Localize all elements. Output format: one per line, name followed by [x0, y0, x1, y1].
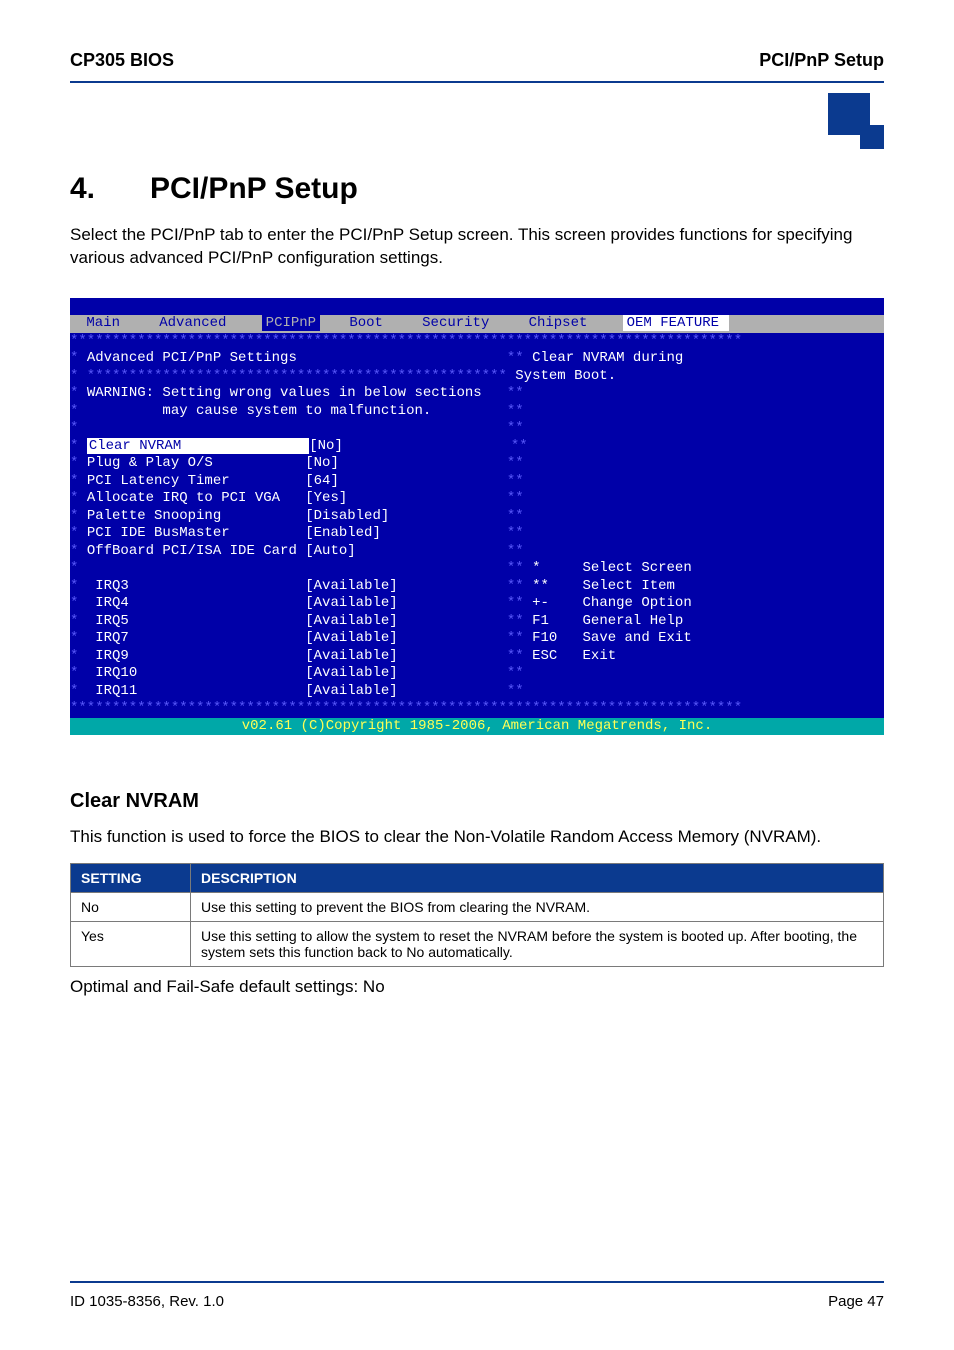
bios-tab[interactable]: Chipset — [525, 315, 598, 331]
page-header: CP305 BIOS PCI/PnP Setup — [70, 50, 884, 71]
chapter-title: PCI/PnP Setup — [150, 172, 358, 205]
header-right: PCI/PnP Setup — [759, 50, 884, 71]
table-cell-description: Use this setting to allow the system to … — [191, 922, 884, 967]
header-left: CP305 BIOS — [70, 50, 174, 71]
bios-tab-selected[interactable]: PCIPnP — [262, 315, 320, 331]
chapter-heading: 4.PCI/PnP Setup — [70, 172, 884, 206]
bios-statusbar: v02.61 (C)Copyright 1985-2006, American … — [70, 718, 884, 736]
settings-table: SETTING DESCRIPTION NoUse this setting t… — [70, 863, 884, 967]
section-heading: Clear NVRAM — [70, 790, 884, 813]
footer-rule — [70, 1281, 884, 1283]
page-footer: ID 1035-8356, Rev. 1.0 Page 47 — [70, 1273, 884, 1310]
bios-tab[interactable]: Boot — [345, 315, 393, 331]
bios-tab[interactable]: Security — [418, 315, 499, 331]
bios-menubar: Main Advanced PCIPnP Boot Security Chips… — [70, 315, 884, 333]
bios-body: ****************************************… — [70, 333, 884, 718]
intro-text: Select the PCI/PnP tab to enter the PCI/… — [70, 224, 884, 270]
header-rule — [70, 81, 884, 83]
defaults-note: Optimal and Fail-Safe default settings: … — [70, 977, 884, 997]
corner-logo — [70, 93, 884, 154]
table-header-setting: SETTING — [71, 864, 191, 893]
bios-tab[interactable]: Advanced — [155, 315, 236, 331]
section-description: This function is used to force the BIOS … — [70, 825, 884, 849]
table-row: NoUse this setting to prevent the BIOS f… — [71, 893, 884, 922]
table-cell-description: Use this setting to prevent the BIOS fro… — [191, 893, 884, 922]
table-cell-setting: No — [71, 893, 191, 922]
bios-tab[interactable]: OEM FEATURE — [623, 315, 729, 331]
table-cell-setting: Yes — [71, 922, 191, 967]
bios-tab[interactable]: Main — [82, 315, 130, 331]
table-header-description: DESCRIPTION — [191, 864, 884, 893]
footer-right: Page 47 — [828, 1293, 884, 1310]
footer-left: ID 1035-8356, Rev. 1.0 — [70, 1293, 224, 1310]
bios-screenshot: Main Advanced PCIPnP Boot Security Chips… — [70, 298, 884, 736]
table-row: YesUse this setting to allow the system … — [71, 922, 884, 967]
chapter-number: 4. — [70, 172, 150, 206]
